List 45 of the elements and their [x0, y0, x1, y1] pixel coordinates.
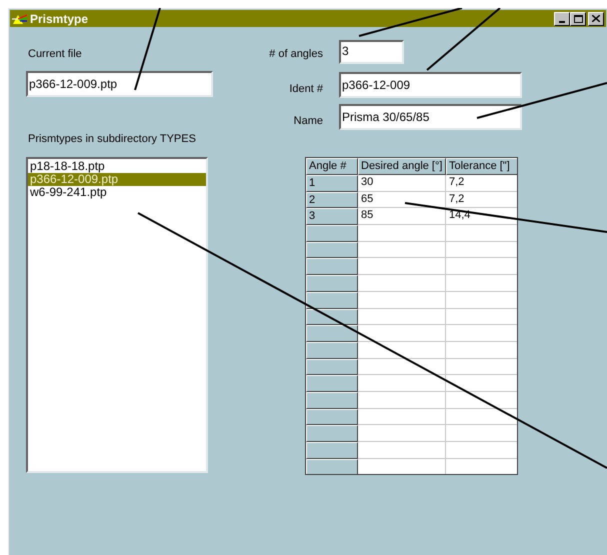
table-cell	[446, 375, 517, 392]
close-button[interactable]	[588, 12, 604, 26]
list-item[interactable]: p18-18-18.ptp	[28, 160, 206, 173]
column-header: Angle #	[306, 158, 358, 175]
column-header: Desired angle [°]	[358, 158, 446, 175]
table-cell: 7,2	[446, 192, 517, 208]
table-cell	[446, 225, 517, 242]
list-item[interactable]: w6-99-241.ptp	[28, 186, 206, 199]
maximize-icon	[574, 14, 582, 22]
prism-icon	[12, 12, 28, 24]
table-cell	[446, 408, 517, 426]
field-label: Name	[292, 114, 323, 129]
table-cell	[446, 258, 517, 276]
current-file-field[interactable]: p366-12-009.ptp	[26, 71, 213, 97]
field-label: Ident #	[288, 82, 323, 97]
table-cell: 30	[358, 175, 446, 192]
row-header: 1	[306, 175, 358, 192]
table-cell: 7,2	[446, 175, 517, 192]
table-cell	[446, 425, 517, 442]
field-label: # of angles	[268, 46, 323, 62]
list-item[interactable]: p366-12-009.ptp	[28, 173, 206, 186]
maximize-button[interactable]	[570, 12, 586, 26]
input-field[interactable]: p366-12-009	[339, 72, 522, 98]
table-cell	[446, 358, 517, 376]
table-cell	[446, 442, 517, 459]
table-cell	[446, 458, 517, 474]
minimize-icon	[559, 20, 565, 22]
close-icon	[592, 15, 600, 22]
table-cell	[446, 242, 517, 258]
input-field[interactable]: 3	[339, 40, 404, 64]
row-header: 3	[306, 208, 358, 226]
table-cell	[446, 292, 517, 308]
row-header: 2	[306, 192, 358, 208]
table-cell: 85	[358, 208, 446, 226]
table-cell	[446, 325, 517, 342]
file-listbox[interactable]: p18-18-18.ptp p366-12-009.ptp w6-99-241.ptp	[26, 157, 208, 473]
table-cell	[446, 275, 517, 292]
window-title: Prismtype	[30, 10, 88, 28]
column-header: Tolerance ["]	[446, 158, 517, 175]
minimize-button[interactable]	[554, 12, 570, 26]
list-label: Prismtypes in subdirectory TYPES	[27, 132, 197, 146]
table-cell	[446, 342, 517, 359]
field-label: Current file	[27, 47, 83, 61]
input-field[interactable]: Prisma 30/65/85	[339, 104, 522, 130]
table-cell	[446, 308, 517, 326]
